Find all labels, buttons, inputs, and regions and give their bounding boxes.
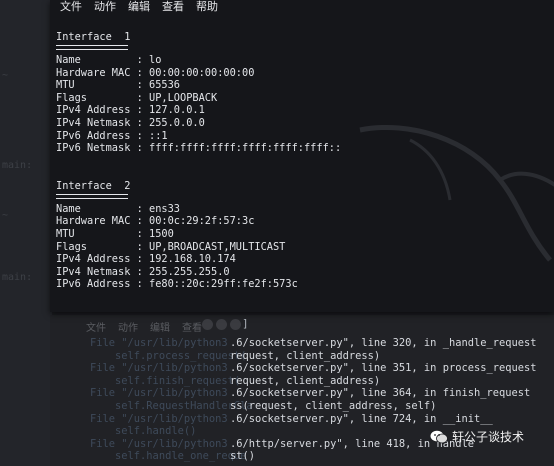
menu-edit[interactable]: 编辑 [150,319,170,335]
menu-file[interactable]: 文件 [60,0,82,16]
background-text: ~ [2,210,9,221]
menu-action[interactable]: 动作 [118,319,138,335]
menu-help[interactable]: 帮助 [196,0,218,16]
interface-title: Interface 1 [56,31,131,43]
wechat-icon [430,430,448,443]
title-underline [56,193,128,199]
field-row: Name : ens33 [56,202,180,215]
field-row: Hardware MAC : 00:00:00:00:00:00 [56,66,255,79]
background-text: ~ [2,70,9,81]
prompt-bracket: ] [242,317,249,330]
desktop-background-strip: ~ main: ~ main: [0,0,52,466]
watermark-text: 轩公子谈技术 [452,430,525,444]
field-row: Name : lo [56,54,162,66]
field-row: MTU : 1500 [56,227,174,240]
menu-view[interactable]: 查看 [162,0,184,16]
field-row: IPv4 Address : 127.0.0.1 [56,104,205,117]
kali-dragon-watermark-icon [359,124,554,262]
title-underline [56,45,128,50]
account-watermark: 轩公子谈技术 [430,428,524,445]
terminal-window[interactable]: 文件 动作 编辑 查看 帮助 Interface 1 Name : lo Har… [50,0,554,312]
field-row: IPv6 Netmask : ffff:ffff:ffff:ffff:ffff:… [56,142,342,155]
field-row: IPv6 Address : fe80::20c:29ff:fe2f:573c [56,278,298,291]
field-row: IPv4 Netmask : 255.255.255.0 [56,265,230,278]
terminal-output: Interface 1 Name : lo Hardware MAC : 00:… [56,30,341,291]
window-control-dot[interactable] [202,319,213,330]
field-row: Flags : UP,LOOPBACK [56,91,218,104]
field-row: Hardware MAC : 00:0c:29:2f:57:3c [56,215,255,228]
window-control-dot[interactable] [216,319,227,330]
menu-view[interactable]: 查看 [182,319,202,335]
field-row: IPv6 Address : ::1 [56,129,168,142]
menu-file[interactable]: 文件 [86,319,106,335]
menu-action[interactable]: 动作 [94,0,116,16]
background-terminal-menubar: 文件 动作 编辑 查看 [86,319,202,335]
background-text: main: [2,160,33,171]
field-row: MTU : 65536 [56,79,180,92]
field-row: IPv4 Address : 192.168.10.174 [56,253,236,266]
background-text: main: [2,272,33,283]
field-row: IPv4 Netmask : 255.0.0.0 [56,116,205,129]
terminal-menubar: 文件 动作 编辑 查看 帮助 [50,0,554,16]
field-row: Flags : UP,BROADCAST,MULTICAST [56,240,286,253]
window-controls [202,319,241,330]
menu-edit[interactable]: 编辑 [128,0,150,16]
interface-title: Interface 2 [56,179,131,192]
window-control-dot[interactable] [230,319,241,330]
